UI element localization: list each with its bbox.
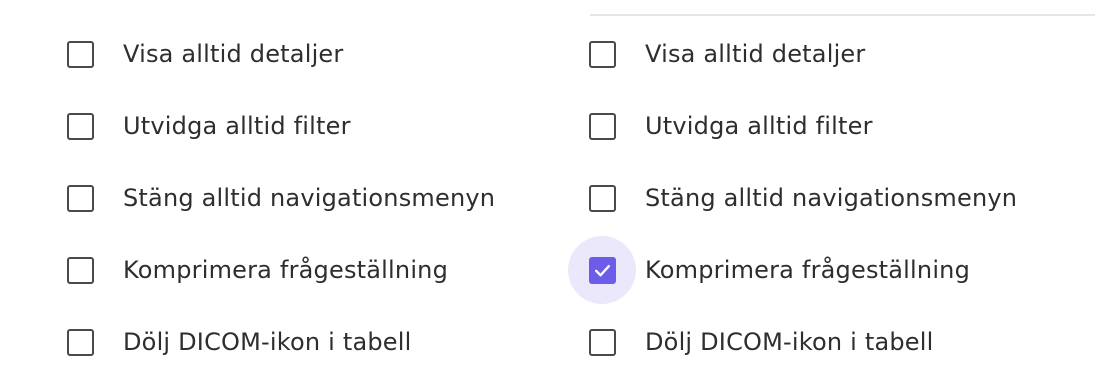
setting-row-right-expand-filter[interactable]: Utvidga alltid filter <box>584 90 1017 162</box>
setting-label: Visa alltid detaljer <box>645 40 866 68</box>
checkbox-left-compress-question[interactable] <box>62 252 98 288</box>
checkmark-icon <box>594 264 610 276</box>
checkbox-right-expand-filter[interactable] <box>584 108 620 144</box>
settings-column-left: Visa alltid detaljer Utvidga alltid filte… <box>62 18 495 378</box>
checkbox-box[interactable] <box>66 184 94 212</box>
checkbox-right-close-nav-menu[interactable] <box>584 180 620 216</box>
checkbox-right-show-details[interactable] <box>584 36 620 72</box>
checkbox-box[interactable] <box>588 256 616 284</box>
setting-row-left-hide-dicom-icon[interactable]: Dölj DICOM-ikon i tabell <box>62 306 495 378</box>
checkbox-box[interactable] <box>66 112 94 140</box>
setting-row-right-hide-dicom-icon[interactable]: Dölj DICOM-ikon i tabell <box>584 306 1017 378</box>
setting-label: Dölj DICOM-ikon i tabell <box>645 328 934 356</box>
checkbox-box[interactable] <box>588 40 616 68</box>
top-divider <box>590 14 1095 16</box>
checkbox-right-hide-dicom-icon[interactable] <box>584 324 620 360</box>
setting-row-left-compress-question[interactable]: Komprimera frågeställning <box>62 234 495 306</box>
setting-label: Komprimera frågeställning <box>645 256 971 284</box>
setting-label: Dölj DICOM-ikon i tabell <box>123 328 412 356</box>
checkbox-box[interactable] <box>66 256 94 284</box>
checkbox-right-compress-question[interactable] <box>568 236 636 304</box>
setting-label: Komprimera frågeställning <box>123 256 449 284</box>
checkbox-box[interactable] <box>588 184 616 212</box>
setting-row-left-expand-filter[interactable]: Utvidga alltid filter <box>62 90 495 162</box>
setting-label: Visa alltid detaljer <box>123 40 344 68</box>
checkbox-left-show-details[interactable] <box>62 36 98 72</box>
checkbox-left-expand-filter[interactable] <box>62 108 98 144</box>
checkbox-box[interactable] <box>588 328 616 356</box>
setting-label: Stäng alltid navigationsmenyn <box>645 184 1018 212</box>
setting-row-right-close-nav-menu[interactable]: Stäng alltid navigationsmenyn <box>584 162 1017 234</box>
setting-row-left-show-details[interactable]: Visa alltid detaljer <box>62 18 495 90</box>
setting-row-right-show-details[interactable]: Visa alltid detaljer <box>584 18 1017 90</box>
checkbox-left-close-nav-menu[interactable] <box>62 180 98 216</box>
checkbox-left-hide-dicom-icon[interactable] <box>62 324 98 360</box>
checkbox-box[interactable] <box>66 40 94 68</box>
checkbox-box[interactable] <box>66 328 94 356</box>
setting-row-left-close-nav-menu[interactable]: Stäng alltid navigationsmenyn <box>62 162 495 234</box>
settings-column-right: Visa alltid detaljer Utvidga alltid filte… <box>568 18 1017 378</box>
setting-row-right-compress-question[interactable]: Komprimera frågeställning <box>568 234 1017 306</box>
setting-label: Utvidga alltid filter <box>123 112 351 140</box>
setting-label: Utvidga alltid filter <box>645 112 873 140</box>
checkbox-box[interactable] <box>588 112 616 140</box>
setting-label: Stäng alltid navigationsmenyn <box>123 184 496 212</box>
